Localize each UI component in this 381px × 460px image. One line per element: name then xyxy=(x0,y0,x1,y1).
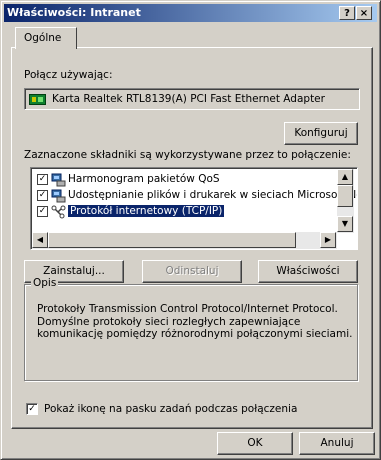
scroll-down-icon[interactable]: ▼ xyxy=(337,216,353,232)
adapter-field: Karta Realtek RTL8139(A) PCI Fast Ethern… xyxy=(24,88,360,110)
window-title: Właściwości: Intranet xyxy=(7,6,141,19)
component-checkbox[interactable]: ✓ xyxy=(37,190,48,201)
network-card-icon xyxy=(29,93,46,105)
component-label: Harmonogram pakietów QoS xyxy=(68,173,220,185)
cancel-button-label: Anuluj xyxy=(320,437,354,449)
description-legend: Opis xyxy=(31,277,59,289)
properties-dialog: Właściwości: Intranet ? × Ogólne Połącz … xyxy=(0,0,381,460)
close-button[interactable]: × xyxy=(356,6,372,20)
properties-button-label: Właściwości xyxy=(276,265,340,277)
tab-general[interactable]: Ogólne xyxy=(15,27,77,49)
show-icon-label: Pokaż ikonę na pasku zadań podczas połąc… xyxy=(44,403,298,415)
uninstall-button-label: Odinstaluj xyxy=(165,265,219,277)
show-icon-checkbox[interactable]: ✓ xyxy=(26,403,38,415)
list-item[interactable]: ✓ Harmonogram pakietów QoS xyxy=(37,172,220,187)
protocol-icon xyxy=(51,205,66,218)
install-button-label: Zainstaluj... xyxy=(43,265,105,277)
list-item[interactable]: ✓ Udostępnianie plików i drukarek w sieci… xyxy=(37,188,358,203)
cancel-button[interactable]: Anuluj xyxy=(299,432,375,455)
list-item[interactable]: ✓ Protokół internetowy (TCP/IP) xyxy=(37,204,226,219)
component-checkbox[interactable]: ✓ xyxy=(37,174,48,185)
ok-button-label: OK xyxy=(247,437,263,449)
scroll-right-icon[interactable]: ▶ xyxy=(320,232,336,248)
vertical-scrollbar[interactable]: ▲ ▼ xyxy=(337,169,354,233)
component-checkbox[interactable]: ✓ xyxy=(37,206,48,217)
components-list[interactable]: ✓ Harmonogram pakietów QoS ✓ Udostępnianie… xyxy=(30,167,358,250)
help-button[interactable]: ? xyxy=(339,6,355,20)
configure-button-label: Konfiguruj xyxy=(294,127,348,139)
ok-button[interactable]: OK xyxy=(217,432,293,455)
component-label: Udostępnianie plików i drukarek w siecia… xyxy=(68,189,358,201)
scroll-left-icon[interactable]: ◀ xyxy=(32,232,48,248)
component-label: Protokół internetowy (TCP/IP) xyxy=(66,204,226,218)
connect-using-label: Połącz używając: xyxy=(24,69,113,81)
show-icon-option[interactable]: ✓ Pokaż ikonę na pasku zadań podczas połą… xyxy=(26,403,297,415)
tab-general-label: Ogólne xyxy=(24,32,62,44)
description-text: Protokoły Transmission Control Protocol/… xyxy=(37,303,353,340)
horizontal-scrollbar[interactable]: ◀ ▶ xyxy=(32,232,337,249)
adapter-name: Karta Realtek RTL8139(A) PCI Fast Ethern… xyxy=(52,93,325,105)
uninstall-button[interactable]: Odinstaluj xyxy=(142,260,242,283)
properties-button[interactable]: Właściwości xyxy=(258,260,358,283)
configure-button[interactable]: Konfiguruj xyxy=(284,122,358,145)
title-bar[interactable]: Właściwości: Intranet ? × xyxy=(4,4,377,22)
horizontal-scroll-thumb[interactable] xyxy=(48,232,296,248)
components-label: Zaznaczone składniki są wykorzystywane p… xyxy=(24,149,351,161)
scroll-up-icon[interactable]: ▲ xyxy=(337,169,353,185)
network-service-icon xyxy=(51,173,66,186)
network-service-icon xyxy=(51,189,66,202)
vertical-scroll-thumb[interactable] xyxy=(337,185,353,207)
